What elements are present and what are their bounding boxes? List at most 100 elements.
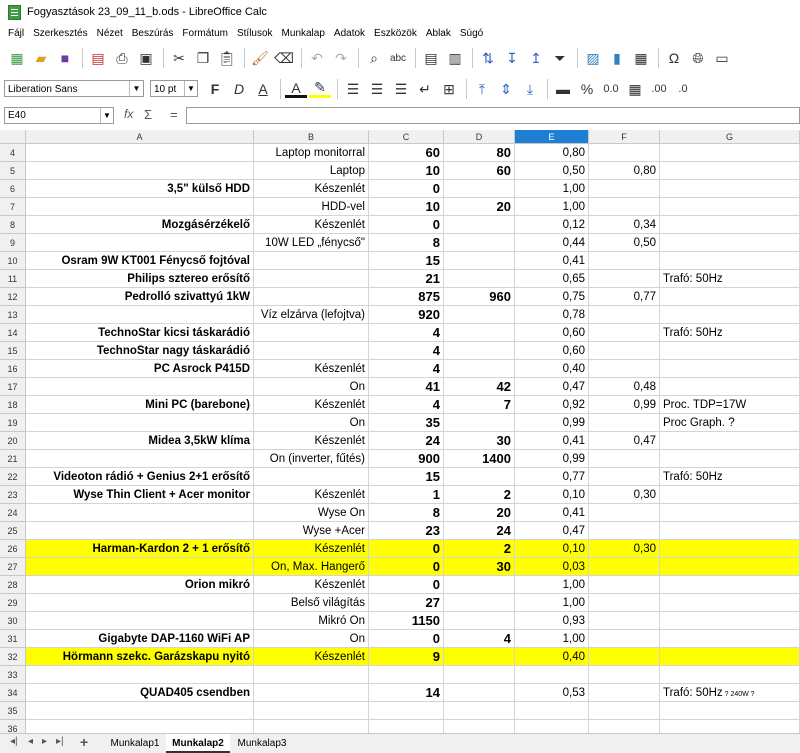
cell-f35[interactable]	[589, 702, 660, 720]
column-header-b[interactable]: B	[254, 130, 369, 144]
row-header[interactable]: 23	[0, 486, 26, 504]
cell-a24[interactable]	[26, 504, 254, 522]
menu-view[interactable]: Nézet	[97, 28, 123, 39]
cell-b33[interactable]	[254, 666, 369, 684]
cell-g7[interactable]	[660, 198, 800, 216]
cell-e16[interactable]: 0,40	[515, 360, 589, 378]
cell-d32[interactable]	[444, 648, 515, 666]
cell-f5[interactable]: 0,80	[589, 162, 660, 180]
add-decimal-icon[interactable]: .00	[648, 78, 670, 100]
sort-descending-icon[interactable]: ↥	[525, 47, 547, 69]
paste-icon[interactable]: 📋︎	[216, 47, 238, 69]
cell-a16[interactable]: PC Asrock P415D	[26, 360, 254, 378]
cell-b9[interactable]: 10W LED „fénycső"	[254, 234, 369, 252]
cell-f11[interactable]	[589, 270, 660, 288]
cell-g34[interactable]: Trafó: 50Hz ? 240W ?	[660, 684, 800, 702]
column-header-d[interactable]: D	[444, 130, 515, 144]
cell-d17[interactable]: 42	[444, 378, 515, 396]
cell-e20[interactable]: 0,41	[515, 432, 589, 450]
insert-image-icon[interactable]: ▨	[582, 47, 604, 69]
cell-b4[interactable]: Laptop monitorral	[254, 144, 369, 162]
hyperlink-icon[interactable]: 🌐︎	[687, 47, 709, 69]
row-header[interactable]: 32	[0, 648, 26, 666]
cell-b5[interactable]: Laptop	[254, 162, 369, 180]
cell-b30[interactable]: Mikró On	[254, 612, 369, 630]
cell-a33[interactable]	[26, 666, 254, 684]
cell-e32[interactable]: 0,40	[515, 648, 589, 666]
cell-c32[interactable]: 9	[369, 648, 444, 666]
cell-g26[interactable]	[660, 540, 800, 558]
cell-e28[interactable]: 1,00	[515, 576, 589, 594]
menu-help[interactable]: Súgó	[460, 28, 483, 39]
cell-e29[interactable]: 1,00	[515, 594, 589, 612]
cell-d24[interactable]: 20	[444, 504, 515, 522]
cell-g4[interactable]	[660, 144, 800, 162]
cell-e22[interactable]: 0,77	[515, 468, 589, 486]
save-icon[interactable]: ■	[54, 47, 76, 69]
cell-g30[interactable]	[660, 612, 800, 630]
cell-d29[interactable]	[444, 594, 515, 612]
cell-a32[interactable]: Hörmann szekc. Garázskapu nyitó	[26, 648, 254, 666]
cell-f23[interactable]: 0,30	[589, 486, 660, 504]
sort-icon[interactable]: ⇅	[477, 47, 499, 69]
cell-b22[interactable]	[254, 468, 369, 486]
cell-b6[interactable]: Készenlét	[254, 180, 369, 198]
redo-icon[interactable]: ↷	[330, 47, 352, 69]
cell-a8[interactable]: Mozgásérzékelő	[26, 216, 254, 234]
tab-munkalap1[interactable]: Munkalap1	[104, 734, 166, 753]
row-header[interactable]: 18	[0, 396, 26, 414]
cell-f9[interactable]: 0,50	[589, 234, 660, 252]
cell-g23[interactable]	[660, 486, 800, 504]
cell-f34[interactable]	[589, 684, 660, 702]
currency-icon[interactable]: ▬	[552, 78, 574, 100]
cell-c4[interactable]: 60	[369, 144, 444, 162]
cell-d5[interactable]: 60	[444, 162, 515, 180]
cell-g22[interactable]: Trafó: 50Hz	[660, 468, 800, 486]
cell-c24[interactable]: 8	[369, 504, 444, 522]
cell-c21[interactable]: 900	[369, 450, 444, 468]
cell-f15[interactable]	[589, 342, 660, 360]
cell-a25[interactable]	[26, 522, 254, 540]
cell-d9[interactable]	[444, 234, 515, 252]
cell-f21[interactable]	[589, 450, 660, 468]
cell-b32[interactable]: Készenlét	[254, 648, 369, 666]
row-header[interactable]: 30	[0, 612, 26, 630]
row-header[interactable]: 11	[0, 270, 26, 288]
cell-a13[interactable]	[26, 306, 254, 324]
cell-b14[interactable]	[254, 324, 369, 342]
cell-a19[interactable]	[26, 414, 254, 432]
align-top-icon[interactable]: ⤒	[471, 78, 493, 100]
cell-d26[interactable]: 2	[444, 540, 515, 558]
cell-a21[interactable]	[26, 450, 254, 468]
row-header[interactable]: 26	[0, 540, 26, 558]
special-character-icon[interactable]: Ω	[663, 47, 685, 69]
cell-b11[interactable]	[254, 270, 369, 288]
column-icon[interactable]: ▥	[444, 47, 466, 69]
cell-a22[interactable]: Videoton rádió + Genius 2+1 erősítő	[26, 468, 254, 486]
cell-g17[interactable]	[660, 378, 800, 396]
cell-b8[interactable]: Készenlét	[254, 216, 369, 234]
row-icon[interactable]: ▤	[420, 47, 442, 69]
cell-c22[interactable]: 15	[369, 468, 444, 486]
cell-a31[interactable]: Gigabyte DAP-1160 WiFi AP	[26, 630, 254, 648]
cell-g6[interactable]	[660, 180, 800, 198]
find-replace-icon[interactable]: ⌕	[363, 47, 385, 69]
cell-c6[interactable]: 0	[369, 180, 444, 198]
italic-icon[interactable]: D	[228, 78, 250, 100]
cell-g27[interactable]	[660, 558, 800, 576]
cell-c31[interactable]: 0	[369, 630, 444, 648]
cell-c5[interactable]: 10	[369, 162, 444, 180]
function-wizard-icon[interactable]: fx	[124, 107, 133, 121]
cell-g32[interactable]	[660, 648, 800, 666]
cell-d14[interactable]	[444, 324, 515, 342]
menu-tools[interactable]: Eszközök	[374, 28, 417, 39]
cell-c35[interactable]	[369, 702, 444, 720]
row-header[interactable]: 16	[0, 360, 26, 378]
spellcheck-icon[interactable]: abc	[387, 47, 409, 69]
row-header[interactable]: 14	[0, 324, 26, 342]
row-header[interactable]: 15	[0, 342, 26, 360]
cell-g21[interactable]	[660, 450, 800, 468]
row-header[interactable]: 6	[0, 180, 26, 198]
cell-c14[interactable]: 4	[369, 324, 444, 342]
add-sheet-icon[interactable]: +	[80, 734, 88, 750]
